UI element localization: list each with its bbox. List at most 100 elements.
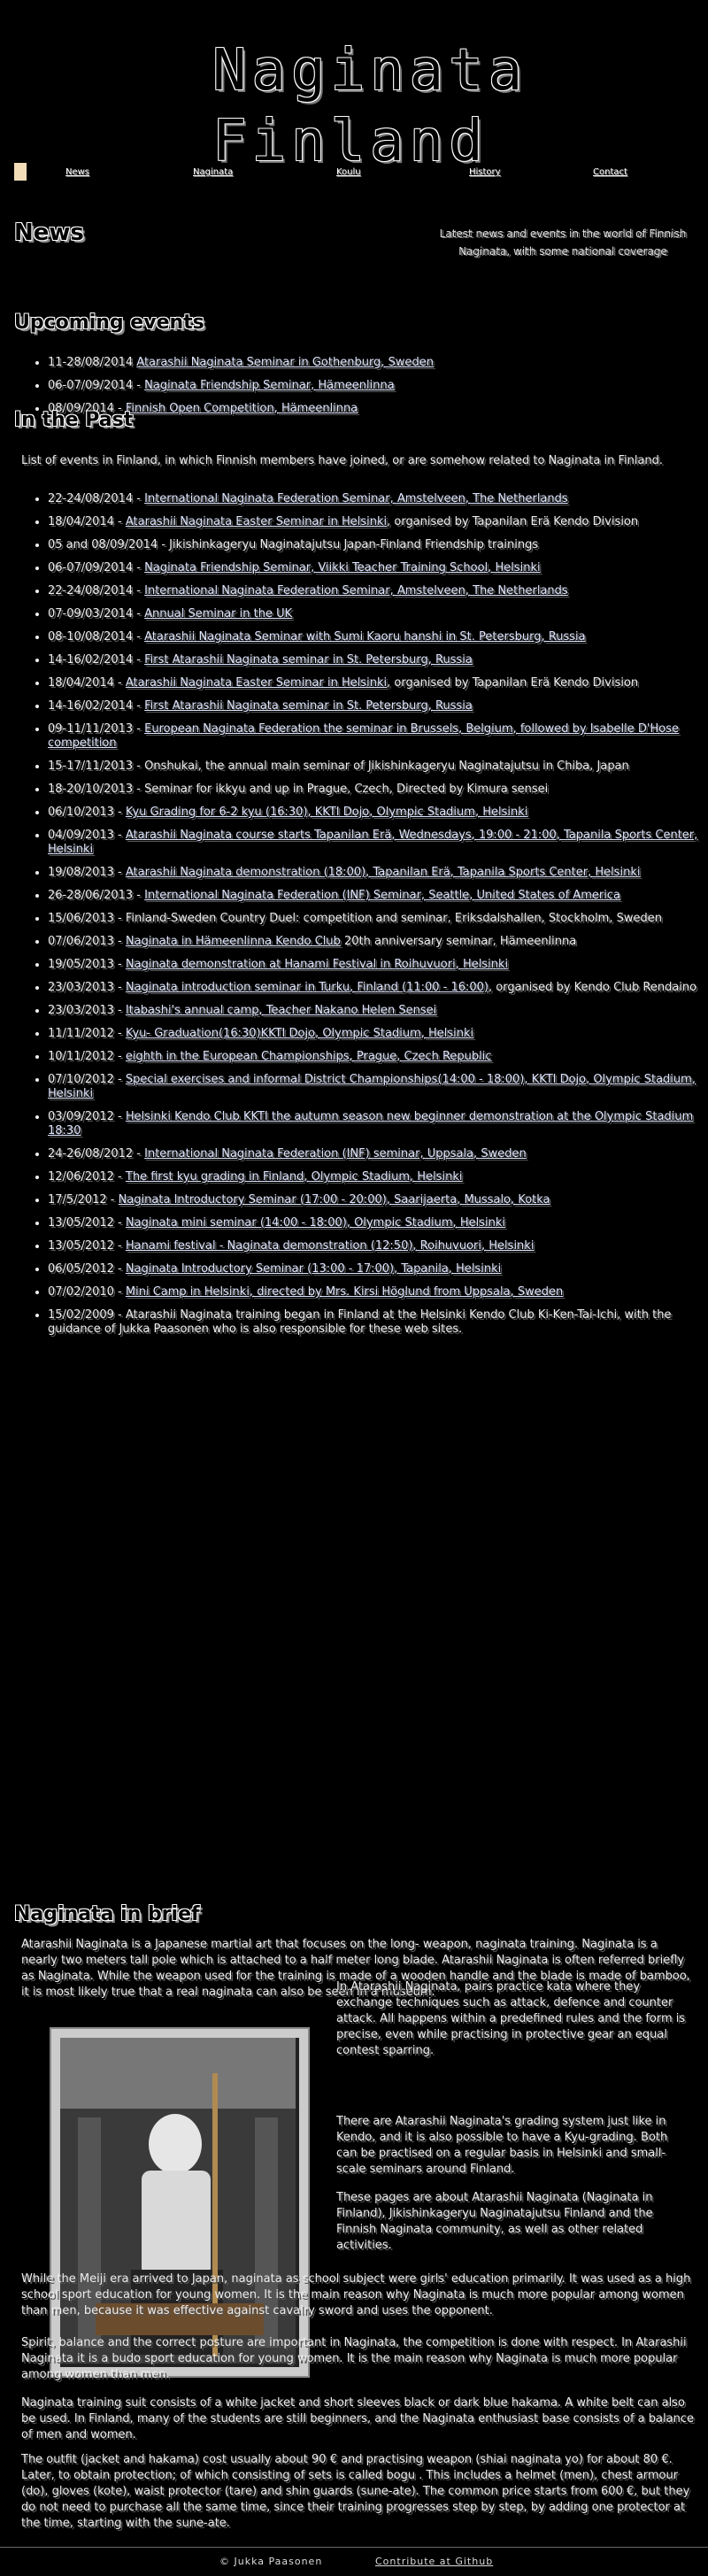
site-footer: © Jukka Paasonen Contribute at Github (0, 2547, 708, 2576)
event-date: 12/06/2012 - (48, 1170, 126, 1184)
nav-active-marker (14, 163, 27, 181)
event-link[interactable]: Finnish Open Competition, Hämeenlinna (126, 402, 358, 415)
event-date: 07/10/2012 - (48, 1073, 126, 1086)
event-item: 06-07/09/2014 - Naginata Friendship Semi… (48, 561, 703, 575)
event-date: 26-28/06/2013 - (48, 889, 145, 902)
brief-paragraph-7: Naginata training suit consists of a whi… (21, 2396, 694, 2441)
event-link[interactable]: Naginata Friendship Seminar, Hämeenlinna (144, 379, 395, 392)
brief-title: Naginata in brief (14, 1903, 200, 1925)
event-link[interactable]: Mini Camp in Helsinki, directed by Mrs. … (126, 1285, 563, 1299)
site-header: Naginata Finland (0, 0, 708, 174)
event-item: 03/09/2012 - Helsinki Kendo Club KKTI th… (48, 1110, 703, 1138)
event-date: 23/03/2013 - (48, 1004, 126, 1017)
nav-item-koulu[interactable]: Koulu (336, 165, 361, 180)
event-item: 13/05/2012 - Hanami festival - Naginata … (48, 1239, 703, 1253)
brief-paragraph-2: In Atarashii Naginata, pairs practice ka… (336, 1980, 686, 2057)
brief-paragraph-4: These pages are about Atarashii Naginata… (336, 2191, 653, 2252)
event-link[interactable]: Helsinki Kendo Club KKTI the autumn seas… (48, 1110, 693, 1138)
event-link[interactable]: Atarashii Naginata Seminar in Gothenburg… (136, 356, 434, 369)
event-date: 11-28/08/2014 (48, 356, 137, 369)
event-item: 22-24/08/2014 - International Naginata F… (48, 492, 703, 506)
upcoming-title: Upcoming events (14, 312, 204, 334)
event-item: 10/11/2012 - eighth in the European Cham… (48, 1050, 703, 1064)
event-link[interactable]: The first kyu grading in Finland, Olympi… (126, 1170, 463, 1184)
event-date: 14-16/02/2014 - (48, 699, 145, 713)
event-date: 18/04/2014 - (48, 515, 126, 528)
event-item: 23/03/2013 - Itabashi's annual camp, Tea… (48, 1004, 703, 1018)
event-item: 06/05/2012 - Naginata Introductory Semin… (48, 1262, 703, 1276)
event-date: 04/09/2013 - (48, 829, 126, 842)
event-date: 09-11/11/2013 - (48, 722, 145, 736)
event-date: 19/05/2013 - (48, 958, 126, 971)
event-item: 14-16/02/2014 - First Atarashii Naginata… (48, 653, 703, 667)
event-date: 22-24/08/2014 - (48, 584, 145, 598)
footer-author: © Jukka Paasonen (219, 2556, 323, 2567)
event-item: 15-17/11/2013 - Onshukai, the annual mai… (48, 760, 703, 774)
event-date: 03/09/2012 - (48, 1110, 126, 1123)
event-item: 17/5/2012 - Naginata Introductory Semina… (48, 1193, 703, 1207)
event-link[interactable]: Atarashii Naginata Easter Seminar in Hel… (126, 515, 387, 528)
event-link[interactable]: Atarashii Naginata Easter Seminar in Hel… (126, 676, 387, 690)
event-link[interactable]: Naginata in Hämeenlinna Kendo Club (126, 935, 341, 948)
event-item: 08/09/2014 - Finnish Open Competition, H… (48, 402, 685, 416)
event-link[interactable]: International Naginata Federation Semina… (144, 492, 568, 505)
event-link[interactable]: Itabashi's annual camp, Teacher Nakano H… (126, 1004, 436, 1017)
event-link[interactable]: Naginata introduction seminar in Turku, … (126, 981, 489, 994)
event-item: 26-28/06/2013 - International Naginata F… (48, 889, 703, 903)
event-date: 07/02/2010 - (48, 1285, 126, 1299)
main-nav: News Naginata Koulu History Contact (0, 159, 708, 181)
nav-item-news[interactable]: News (65, 165, 89, 180)
page-title: News (14, 220, 84, 246)
event-link[interactable]: Atarashii Naginata course starts Tapanil… (48, 829, 697, 856)
event-item: 13/05/2012 - Naginata mini seminar (14:0… (48, 1216, 703, 1230)
naginata-photo (50, 2027, 310, 2378)
event-item: 19/08/2013 - Atarashii Naginata demonstr… (48, 866, 703, 880)
event-date: 23/03/2013 - (48, 981, 126, 994)
brief-paragraph-6: Spirit, balance and the correct posture … (21, 2336, 687, 2381)
page-description: Latest news and events in the world of F… (439, 228, 687, 258)
event-item: 12/06/2012 - The first kyu grading in Fi… (48, 1170, 703, 1184)
event-item: 15/02/2009 - Atarashii Naginata training… (48, 1308, 703, 1337)
event-link[interactable]: Naginata demonstration at Hanami Festiva… (126, 958, 508, 971)
footer-github-link[interactable]: Contribute at Github (375, 2554, 493, 2569)
event-note: , organised by Kendo Club Rendaino (489, 981, 697, 994)
event-link[interactable]: eighth in the European Championships, Pr… (126, 1050, 492, 1063)
event-link[interactable]: Atarashii Naginata Seminar with Sumi Kao… (144, 630, 585, 644)
event-link[interactable]: First Atarashii Naginata seminar in St. … (144, 653, 473, 667)
nav-item-history[interactable]: History (469, 165, 501, 180)
event-item: 19/05/2013 - Naginata demonstration at H… (48, 958, 703, 972)
event-link[interactable]: International Naginata Federation Semina… (144, 584, 568, 598)
event-item: 15/06/2013 - Finland-Sweden Country Duel… (48, 912, 703, 926)
event-link[interactable]: International Naginata Federation (INF) … (144, 889, 620, 902)
event-link[interactable]: Naginata Introductory Seminar (13:00 - 1… (126, 1262, 501, 1276)
event-link[interactable]: Annual Seminar in the UK (144, 607, 292, 621)
event-link[interactable]: Naginata Introductory Seminar (17:00 - 2… (119, 1193, 550, 1207)
event-item: 04/09/2013 - Atarashii Naginata course s… (48, 829, 703, 857)
event-item: 07/10/2012 - Special exercises and infor… (48, 1073, 703, 1101)
event-date: 15/06/2013 - Finland-Sweden Country Duel… (48, 912, 662, 925)
event-link[interactable]: Naginata mini seminar (14:00 - 18:00), O… (126, 1216, 505, 1230)
event-link[interactable]: Kyu Grading for 6-2 kyu (16:30), KKTI Do… (126, 806, 527, 819)
event-item: 24-26/08/2012 - International Naginata F… (48, 1147, 703, 1161)
event-date: 07/06/2013 - (48, 935, 126, 948)
brief-paragraph-8: The outfit (jacket and hakama) cost usua… (21, 2453, 690, 2530)
event-link[interactable]: Kyu- Graduation(16:30)KKTI Dojo, Olympic… (126, 1027, 473, 1040)
event-item: 06/10/2013 - Kyu Grading for 6-2 kyu (16… (48, 806, 703, 820)
event-link[interactable]: Hanami festival - Naginata demonstration… (126, 1239, 535, 1253)
nav-item-contact[interactable]: Contact (593, 165, 627, 180)
nav-item-naginata[interactable]: Naginata (193, 165, 233, 180)
event-link[interactable]: Atarashii Naginata demonstration (18:00)… (126, 866, 641, 879)
event-date: 15-17/11/2013 - Onshukai, the annual mai… (48, 760, 629, 773)
event-item: 09-11/11/2013 - European Naginata Federa… (48, 722, 703, 751)
event-link[interactable]: First Atarashii Naginata seminar in St. … (144, 699, 473, 713)
event-date: 06/05/2012 - (48, 1262, 126, 1276)
event-item: 07-09/03/2014 - Annual Seminar in the UK (48, 607, 703, 621)
event-item: 14-16/02/2014 - First Atarashii Naginata… (48, 699, 703, 713)
event-date: 15/02/2009 - Atarashii Naginata training… (48, 1308, 672, 1336)
event-link[interactable]: Naginata Friendship Seminar, Viikki Teac… (144, 561, 540, 575)
brief-paragraph-3: There are Atarashii Naginata's grading s… (336, 2115, 668, 2176)
event-item: 18/04/2014 - Atarashii Naginata Easter S… (48, 515, 703, 529)
event-link[interactable]: Special exercises and informal District … (48, 1073, 696, 1100)
event-date: 13/05/2012 - (48, 1239, 126, 1253)
event-link[interactable]: International Naginata Federation (INF) … (144, 1147, 527, 1161)
